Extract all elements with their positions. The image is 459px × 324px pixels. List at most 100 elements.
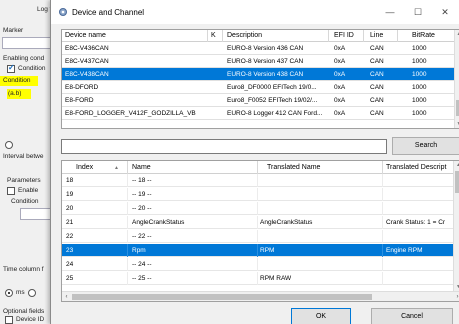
scroll-thumb[interactable] [455,171,459,193]
index-cell: 19 [66,191,74,198]
efi-id-cell: 0xA [334,45,346,52]
scroll-down-icon[interactable]: ▼ [454,284,459,290]
minimize-button[interactable]: — [377,4,403,20]
maximize-button[interactable]: ☐ [405,4,431,20]
enabling-cond-label: Enabling cond [3,55,45,62]
channel-row[interactable]: 23 Rpm RPM Engine RPM [62,244,454,257]
channel-row[interactable]: 20 -- 20 -- [62,202,454,215]
device-row[interactable]: E8-DFORD Euro8_DF0000 EFITech 19/0... 0xA C… [62,81,459,94]
app-gear-icon [59,8,67,16]
device-id-checkbox[interactable] [5,316,13,324]
device-name-cell: E8-FORD_LOGGER_V412F_GODZILLA_VB [65,110,196,117]
efi-id-cell: 0xA [334,71,346,78]
col-line[interactable]: Line [370,32,383,39]
scroll-down-icon[interactable]: ▼ [455,121,459,127]
line-cell: CAN [370,71,384,78]
line-cell: CAN [370,97,384,104]
device-row[interactable]: E8C-V437CAN EURO-8 Version 437 CAN 0xA CAN 1… [62,55,459,68]
description-cell: EURO-8 Version 438 CAN [227,71,304,78]
sort-asc-icon: ▲ [114,165,119,171]
efi-id-cell: 0xA [334,84,346,91]
index-cell: 25 [66,275,74,282]
channel-row[interactable]: 18 -- 18 -- [62,174,454,187]
bitrate-cell: 1000 [412,71,427,78]
channel-row[interactable]: 21 AngleCrankStatus AngleCrankStatus Crank … [62,216,454,229]
index-cell: 22 [66,233,74,240]
channel-grid-vscrollbar[interactable]: ▲ ▼ [453,161,459,291]
scroll-left-icon[interactable]: ‹ [62,292,71,301]
ms-radio[interactable] [5,289,13,297]
other-unit-radio[interactable] [28,289,36,297]
enable-checkbox[interactable] [7,187,15,195]
channel-row[interactable]: 19 -- 19 -- [62,188,454,201]
description-cell: EURO-8 Version 437 CAN [227,58,304,65]
device-channel-dialog: Device and Channel — ☐ ✕ Device name K D… [50,0,459,324]
name-cell: -- 18 -- [132,177,152,184]
col-description[interactable]: Description [227,32,262,39]
col-index[interactable]: Index [76,164,93,171]
index-cell: 21 [66,219,74,226]
channel-row[interactable]: 22 -- 22 -- [62,230,454,243]
col-translated-description[interactable]: Translated Descript [386,164,446,171]
close-button[interactable]: ✕ [432,4,458,20]
translated-name-cell: RPM RAW [260,275,292,282]
condition-value[interactable]: (a.b) [8,90,21,97]
scroll-up-icon[interactable]: ▲ [454,162,459,168]
condition2-label: Condition [11,198,39,205]
name-cell: Rpm [132,247,146,254]
search-input[interactable] [61,139,387,154]
condition-checkbox-label: Condition [18,65,46,72]
device-grid-scrollbar[interactable]: ▲ ▼ [454,30,459,128]
scroll-thumb[interactable] [72,294,372,300]
ok-button[interactable]: OK [291,308,351,324]
device-grid-header: Device name K Description EFI ID Line Bi… [62,30,459,42]
device-name-cell: E8-FORD [65,97,94,104]
efi-id-cell: 0xA [334,97,346,104]
bitrate-cell: 1000 [412,84,427,91]
device-id-label: Device ID [16,316,45,323]
title-bar: Device and Channel — ☐ ✕ [51,0,459,24]
device-row[interactable]: E8-FORD Euro8_F0052 EFITech 19/02/... 0xA C… [62,94,459,107]
condition-checkbox[interactable] [7,63,15,73]
line-cell: CAN [370,45,384,52]
index-cell: 18 [66,177,74,184]
device-row[interactable]: E8-FORD_LOGGER_V412F_GODZILLA_VB EURO-8 L… [62,107,459,120]
col-bitrate[interactable]: BitRate [412,32,435,39]
index-cell: 24 [66,261,74,268]
enable-label: Enable [18,187,39,194]
name-cell: -- 19 -- [132,191,152,198]
channel-row[interactable]: 24 -- 24 -- [62,258,454,271]
interval-label: Interval betwe [3,153,44,160]
channel-grid-hscrollbar[interactable]: ‹ › [62,291,459,301]
device-row[interactable]: E8C-V436CAN EURO-8 Version 436 CAN 0xA CAN 1… [62,42,459,55]
name-cell: -- 25 -- [132,275,152,282]
efi-id-cell: 0xA [334,58,346,65]
col-name[interactable]: Name [132,164,151,171]
marker-label: Marker [3,27,24,34]
cancel-button[interactable]: Cancel [371,308,453,324]
col-translated-name[interactable]: Translated Name [267,164,320,171]
parameters-label: Parameters [7,177,41,184]
optional-fields-label: Optional fields [3,308,45,315]
device-name-cell: E8C-V436CAN [65,45,109,52]
device-grid: Device name K Description EFI ID Line Bi… [61,29,459,129]
device-name-cell: E8C-V437CAN [65,58,109,65]
col-efi-id[interactable]: EFI ID [334,32,354,39]
bitrate-cell: 1000 [412,58,427,65]
scroll-right-icon[interactable]: › [453,292,459,301]
device-row[interactable]: E8C-V438CAN EURO-8 Version 438 CAN 0xA CAN 1… [62,68,459,81]
index-cell: 20 [66,205,74,212]
col-k[interactable]: K [211,32,216,39]
line-cell: CAN [370,84,384,91]
condition-label: Condition [3,77,31,84]
channel-row[interactable]: 25 -- 25 -- RPM RAW [62,272,454,285]
bitrate-cell: 1000 [412,110,427,117]
search-button[interactable]: Search [392,137,459,155]
name-cell: AngleCrankStatus [132,219,185,226]
interval-radio[interactable] [5,141,13,149]
time-column-label: Time column f [3,266,44,273]
bitrate-cell: 1000 [412,97,427,104]
translated-description-cell: Engine RPM [386,247,423,254]
col-device-name[interactable]: Device name [65,32,106,39]
scroll-up-icon[interactable]: ▲ [455,31,459,37]
